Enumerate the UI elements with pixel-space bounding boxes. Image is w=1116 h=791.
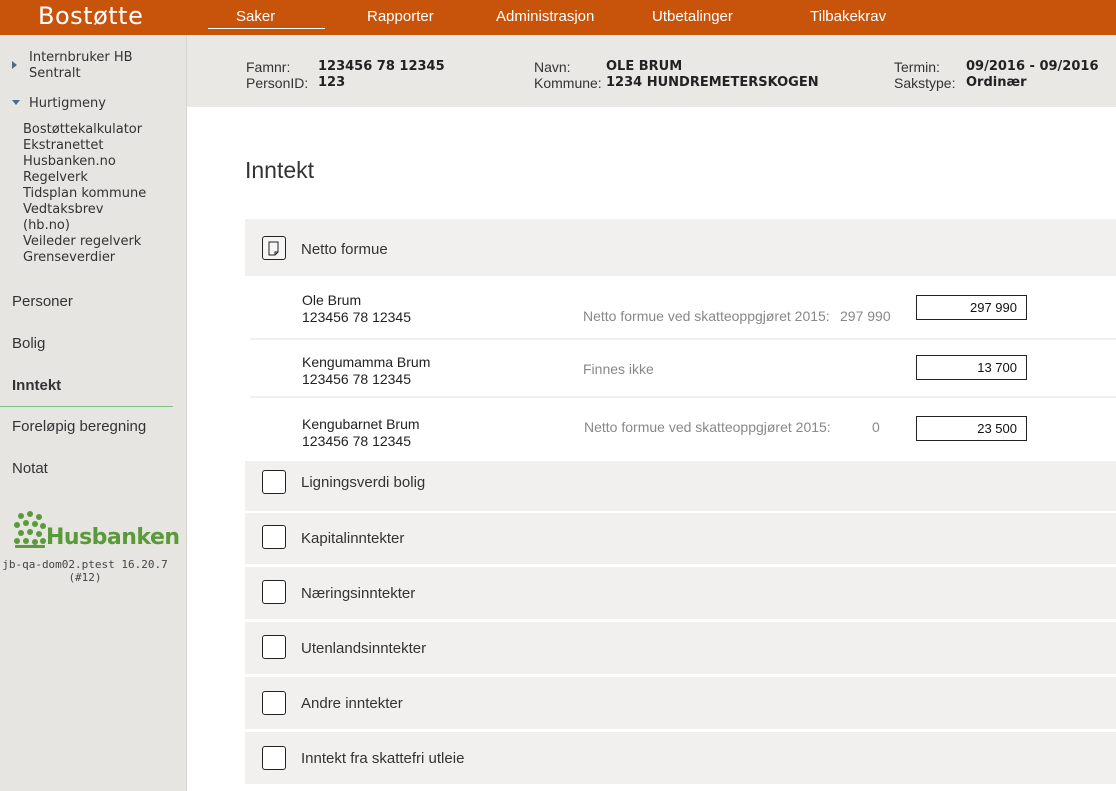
sakstype-label: Sakstype:	[894, 75, 956, 91]
section-label: Kapitalinntekter	[301, 530, 405, 547]
section-label: Ligningsverdi bolig	[301, 474, 426, 491]
quick-link-veileder[interactable]: Veileder regelverk	[23, 234, 141, 250]
section-label: Næringsinntekter	[301, 585, 416, 602]
section-netto-formue[interactable]: Netto formue	[245, 219, 1116, 276]
person-nr: 123456 78 12345	[302, 309, 411, 325]
netto-formue-note: Finnes ikke	[583, 361, 654, 377]
quick-link-vedtaksbrev-hb[interactable]: (hb.no)	[23, 218, 70, 234]
top-bar: Bostøtte Saker Rapporter Administrasjon …	[0, 0, 1116, 35]
active-divider	[0, 406, 173, 407]
section-label: Andre inntekter	[301, 695, 403, 712]
sakstype-value: Ordinær	[966, 75, 1027, 90]
section-kapitalinntekter[interactable]: Kapitalinntekter	[245, 513, 1116, 564]
famnr-value: 123456 78 12345	[318, 59, 445, 74]
internbruker-link[interactable]: Internbruker HB Sentralt	[29, 50, 133, 82]
row-divider	[250, 338, 1116, 340]
quick-link-bostottekalkulator[interactable]: Bostøttekalkulator	[23, 122, 142, 138]
sidebar: Internbruker HB Sentralt Hurtigmeny Bost…	[0, 35, 187, 791]
section-checkbox[interactable]	[262, 635, 286, 659]
section-label: Inntekt fra skattefri utleie	[301, 750, 465, 767]
amount-input[interactable]	[916, 295, 1027, 320]
section-naeringsinntekter[interactable]: Næringsinntekter	[245, 567, 1116, 619]
section-ligningsverdi-bolig[interactable]: Ligningsverdi bolig	[245, 461, 1116, 511]
collapse-down-icon[interactable]	[12, 100, 20, 105]
navn-label: Navn:	[534, 59, 571, 75]
nav-saker[interactable]: Saker	[207, 8, 326, 29]
amount-input[interactable]	[916, 416, 1027, 441]
person-header: Famnr: 123456 78 12345 PersonID: 123 Nav…	[187, 35, 1116, 107]
nav-utbetalinger[interactable]: Utbetalinger	[652, 8, 733, 25]
sidemenu-bolig[interactable]: Bolig	[12, 335, 45, 352]
nav-tilbakekrav[interactable]: Tilbakekrav	[810, 8, 886, 25]
husbanken-logo-text: Husbanken	[46, 525, 180, 550]
section-checkbox[interactable]	[262, 746, 286, 770]
page-title: Inntekt	[245, 157, 315, 183]
section-checkbox[interactable]	[262, 691, 286, 715]
termin-value: 09/2016 - 09/2016	[966, 59, 1099, 74]
termin-label: Termin:	[894, 59, 940, 75]
navn-value: OLE BRUM	[606, 59, 683, 74]
person-name: Kengumamma Brum	[302, 354, 431, 370]
sidemenu-inntekt[interactable]: Inntekt	[12, 377, 61, 394]
section-skattefri-utleie[interactable]: Inntekt fra skattefri utleie	[245, 732, 1116, 784]
quick-link-husbanken[interactable]: Husbanken.no	[23, 154, 116, 170]
section-checkbox[interactable]	[262, 470, 286, 494]
netto-formue-label: Netto formue	[301, 241, 388, 258]
quick-link-vedtaksbrev[interactable]: Vedtaksbrev	[23, 202, 104, 218]
section-andre-inntekter[interactable]: Andre inntekter	[245, 677, 1116, 729]
netto-formue-note-value: 0	[872, 419, 880, 435]
section-checkbox[interactable]	[262, 525, 286, 549]
kommune-value: 1234 HUNDREMETERSKOGEN	[606, 75, 819, 90]
person-nr: 123456 78 12345	[302, 433, 411, 449]
person-name: Kengubarnet Brum	[302, 416, 420, 432]
famnr-label: Famnr:	[246, 59, 291, 75]
person-name: Ole Brum	[302, 292, 362, 308]
husbanken-logo-icon	[14, 511, 46, 548]
row-divider	[250, 396, 1116, 398]
hurtigmeny-toggle[interactable]: Hurtigmeny	[29, 96, 106, 112]
document-icon	[268, 241, 279, 256]
sidemenu-notat[interactable]: Notat	[12, 460, 48, 477]
quick-link-tidsplan[interactable]: Tidsplan kommune	[23, 186, 146, 202]
netto-formue-note-value: 297 990	[840, 308, 891, 324]
section-label: Utenlandsinntekter	[301, 640, 427, 657]
app-title: Bostøtte	[38, 2, 144, 30]
nav-administrasjon[interactable]: Administrasjon	[496, 8, 594, 25]
personid-value: 123	[318, 75, 346, 90]
quick-link-ekstranettet[interactable]: Ekstranettet	[23, 138, 103, 154]
netto-formue-note: Netto formue ved skatteoppgjøret 2015:	[583, 308, 830, 324]
section-checkbox[interactable]	[262, 580, 286, 604]
quick-link-grenseverdier[interactable]: Grenseverdier	[23, 250, 115, 266]
kommune-label: Kommune:	[534, 75, 602, 91]
section-utenlandsinntekter[interactable]: Utenlandsinntekter	[245, 622, 1116, 674]
sidemenu-forelopig-beregning[interactable]: Foreløpig beregning	[12, 418, 146, 435]
netto-formue-checkbox[interactable]	[262, 236, 286, 260]
version-line1: jb-qa-dom02.ptest 16.20.7	[2, 558, 168, 571]
nav-rapporter[interactable]: Rapporter	[367, 8, 434, 25]
amount-input[interactable]	[916, 355, 1027, 380]
version-line2: (#12)	[68, 571, 102, 584]
personid-label: PersonID:	[246, 75, 309, 91]
quick-link-regelverk[interactable]: Regelverk	[23, 170, 88, 186]
sidemenu-personer[interactable]: Personer	[12, 293, 73, 310]
netto-formue-note: Netto formue ved skatteoppgjøret 2015:	[584, 419, 831, 435]
expand-right-icon[interactable]	[12, 61, 17, 69]
person-nr: 123456 78 12345	[302, 371, 411, 387]
